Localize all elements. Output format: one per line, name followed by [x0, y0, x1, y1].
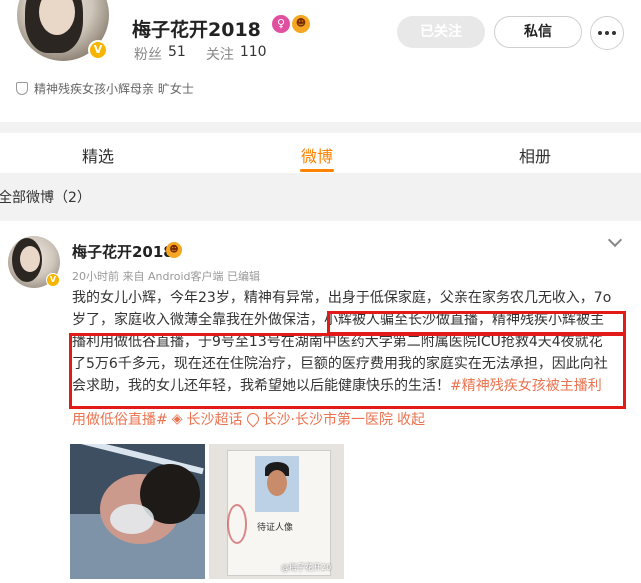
collapse-link[interactable]: 收起	[397, 409, 425, 429]
supertopic-icon: ◈	[171, 411, 183, 427]
post-tags: 用做低俗直播# ◈ 长沙超话 长沙·长沙市第一医院 收起	[72, 409, 425, 429]
active-tab-indicator	[300, 169, 334, 172]
fans-label[interactable]: 粉丝	[134, 44, 162, 64]
shield-icon	[16, 82, 28, 95]
profile-bio: 精神残疾女孩小辉母亲 旷女士	[16, 80, 194, 97]
emoji-icon: ☻	[166, 242, 182, 258]
document-caption: 待证人像	[257, 523, 294, 533]
post-author[interactable]: 梅子花开2018	[72, 241, 174, 262]
tab-weibo[interactable]: 微博	[301, 143, 333, 167]
location-link[interactable]: 长沙·长沙市第一医院	[263, 409, 393, 429]
all-posts-label[interactable]: 全部微博（2）	[0, 187, 91, 207]
more-dots-icon	[598, 31, 602, 35]
profile-name-icons: ♀ ☻	[272, 15, 310, 33]
tab-album[interactable]: 相册	[519, 143, 551, 167]
following-label[interactable]: 关注	[206, 44, 234, 64]
profile-tabs: 精选 微博 相册	[0, 133, 641, 173]
post-image-document[interactable]: 待证人像 @梅子花开20	[209, 444, 344, 579]
message-button[interactable]: 私信	[494, 16, 582, 48]
verified-badge-icon: V	[88, 40, 108, 60]
emoji-icon[interactable]: ☻	[292, 15, 310, 33]
post-image-hospital[interactable]	[70, 444, 205, 579]
pink-badge-icon[interactable]: ♀	[272, 15, 290, 33]
fans-count[interactable]: 51	[168, 44, 186, 64]
followed-button[interactable]: 已关注	[397, 16, 485, 48]
highlight-box	[327, 311, 626, 335]
hashtag-link-end[interactable]: 用做低俗直播#	[72, 409, 168, 429]
profile-stats: 粉丝 51 关注 110	[134, 44, 267, 64]
profile-name: 梅子花开2018	[132, 19, 261, 41]
following-count[interactable]: 110	[240, 44, 267, 64]
supertopic-link[interactable]: 长沙超话	[187, 409, 243, 429]
post-meta: 20小时前 来自 Android客户端 已编辑	[72, 270, 261, 283]
chevron-down-icon[interactable]	[607, 232, 623, 248]
tab-featured[interactable]: 精选	[82, 143, 114, 167]
image-watermark: @梅子花开20	[281, 563, 332, 572]
post-text-line: 我的女儿小辉，今年23岁，精神有异常，出身于低保家庭，父亲在家务农几无收入，7o	[72, 290, 612, 306]
profile-header: V 梅子花开2018 ♀ ☻ 粉丝 51 关注 110 已关注 私信 精神残疾女…	[0, 0, 641, 122]
location-pin-icon	[244, 410, 262, 428]
bio-text: 精神残疾女孩小辉母亲 旷女士	[34, 82, 194, 96]
verified-badge-icon: V	[46, 273, 60, 287]
highlight-box	[69, 333, 626, 409]
post-card: V 梅子花开2018 ☻ 20小时前 来自 Android客户端 已编辑 我的女…	[0, 221, 641, 583]
more-options-button[interactable]	[590, 16, 624, 50]
